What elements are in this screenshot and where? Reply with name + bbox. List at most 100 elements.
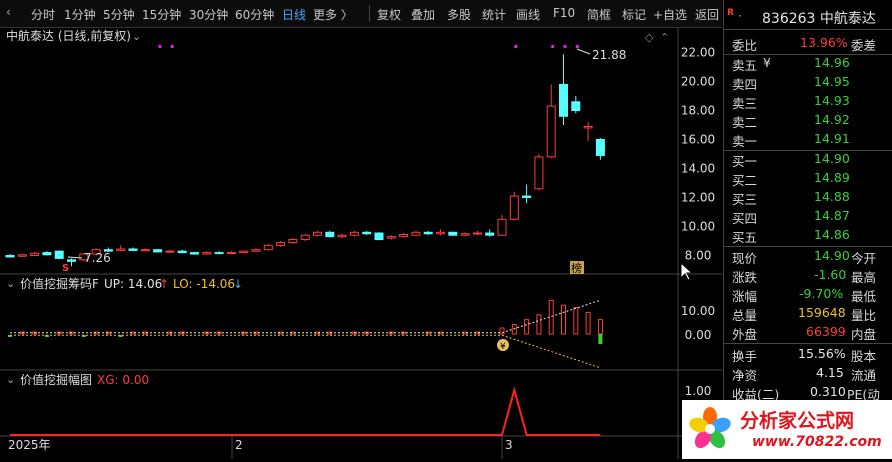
weibi-label: 委比 [732,38,758,53]
fin-label: 流通 [851,368,877,383]
stat-label: 涨幅 [732,289,758,304]
diamond-icon[interactable]: ◇ [645,31,654,44]
chart-area[interactable]: 中航泰达 (日线,前复权) ⌄ ◇ ⌃ 21.88 7.26 S 榜 22.00… [0,28,722,459]
ind2-y-tick: 1.00 [685,384,712,398]
candle-body [509,195,519,220]
ask-price: 14.96 [814,55,850,70]
back-arrow-icon[interactable]: ‹ [6,5,11,19]
candle-body [5,255,15,258]
candle-body [190,252,199,255]
tongji-button[interactable]: 统计 [482,6,506,23]
candle-body [325,231,335,238]
tab-15min[interactable]: 15分钟 [142,6,181,23]
stock-code-name: 836263 中航泰达 [762,11,876,27]
y-tick: 20.00 [681,75,715,89]
tab-60min[interactable]: 60分钟 [235,6,274,23]
stat-value: 14.90 [814,248,850,263]
indicator1-bar [524,319,530,335]
y-tick: 12.00 [681,191,715,205]
candle-body [30,252,40,256]
f10-button[interactable]: F10 [553,6,575,20]
indicator2-name: 价值挖掘幅图 [20,372,92,387]
indicator1-chevron-icon[interactable]: ⌄ [6,277,15,290]
weibi-value: 13.96% [800,35,848,50]
stat-value: 159648 [798,305,846,320]
stat-label: 量比 [851,308,877,323]
stat-value: -1.60 [814,267,847,282]
tab-more[interactable]: 更多 〉 [313,6,353,23]
candle-body [362,231,372,235]
jiankuang-button[interactable]: 简框 [587,6,611,23]
fuquan-button[interactable]: 复权 [377,6,401,23]
candle-body [386,236,396,239]
stat-label: 今开 [851,251,877,266]
ask-level-label: 卖五 [732,58,758,73]
tab-30min[interactable]: 30分钟 [189,6,228,23]
bid-price: 14.88 [814,189,850,204]
huaxian-button[interactable]: 画线 [516,6,540,23]
candle-body [595,139,605,156]
x-axis-label: 2 [235,438,243,452]
signal-dot [575,45,579,48]
tab-5min[interactable]: 5分钟 [103,6,135,23]
high-price-label: 21.88 [592,48,626,62]
bid-level-label: 买五 [732,230,758,245]
bid-price: 14.86 [814,227,850,242]
stat-label: 最低 [851,289,877,304]
indicator1-lo-line [10,334,601,369]
stat-label: 涨跌 [732,270,758,285]
candle-body [67,259,76,262]
candle-body [374,232,384,241]
diejia-button[interactable]: 叠加 [411,6,435,23]
candle-body [116,248,126,251]
candle-body [288,239,298,243]
quote-panel: R · 836263 中航泰达 委比 13.96% 委差 卖五 ¥ 14.96 … [723,0,892,459]
candle-body [448,231,458,236]
y-tick: 14.00 [681,162,715,176]
yen-marker: ¥ [500,342,506,352]
biaoji-button[interactable]: 标记 [622,6,646,23]
candle-body [399,233,409,238]
candle-body [165,250,175,253]
fin-value: 4.15 [816,365,844,380]
bid-level-label: 买四 [732,211,758,226]
up-arrow-icon: ↑ [159,277,169,291]
indicator1-name: 价值挖掘筹码F [20,276,99,291]
stat-label: 最高 [851,270,877,285]
indicator1-bar [536,314,542,335]
candle-body [436,231,445,235]
indicator1-lo-value: LO: -14.06 [173,277,235,291]
fin-label: 股本 [851,349,877,364]
candle-body [411,231,421,236]
code-name-prefix-icon: · [738,8,742,23]
stat-label: 外盘 [732,327,758,342]
x-axis-label: 3 [505,438,513,452]
candle-body [153,249,163,253]
main-chart-title: 中航泰达 (日线,前复权) [6,28,131,43]
y-tick: 18.00 [681,104,715,118]
watermark-title: 分析家公式网 [740,410,855,432]
duogu-button[interactable]: 多股 [447,6,471,23]
add-watchlist-button[interactable]: +自选 [653,6,687,23]
candle-body [583,125,593,129]
indicator1-bar [548,299,554,335]
ask-level-label: 卖一 [732,134,758,149]
return-button[interactable]: 返回 [695,6,719,23]
ask-price: 14.92 [814,112,850,127]
indicator1-bar [597,319,603,335]
signal-dot [563,45,567,48]
bang-marker: 榜 [571,261,582,275]
candle-body [337,234,347,238]
indicator1-bar-green [598,334,603,344]
tab-1min[interactable]: 1分钟 [64,6,96,23]
chevron-down-icon[interactable]: ⌄ [132,30,141,43]
candle-body [546,105,556,158]
collapse-icon[interactable]: ⌃ [660,31,669,44]
candle-body [263,244,273,251]
bid-price: 14.87 [814,208,850,223]
tab-fenshi[interactable]: 分时 [31,6,55,23]
weicha-label: 委差 [851,38,877,53]
tab-daily[interactable]: 日线 [282,6,306,23]
low-price-label: 7.26 [84,251,111,265]
indicator2-chevron-icon[interactable]: ⌄ [6,373,15,386]
